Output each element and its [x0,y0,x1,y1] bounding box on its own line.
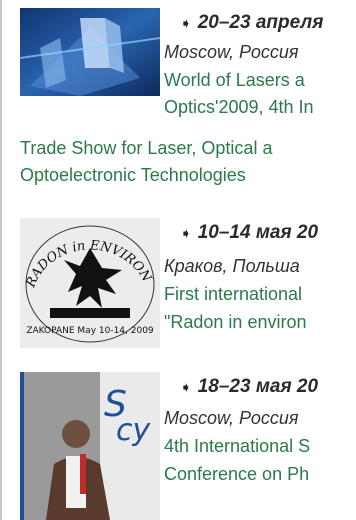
event-thumbnail-photo[interactable]: S cy [20,372,160,520]
arrow-icon: ➧ [180,225,192,241]
event-location: Moscow, Россия [164,408,299,428]
arrow-icon: ➧ [180,15,192,31]
svg-text:cy: cy [116,413,151,448]
arrow-icon: ➧ [180,379,192,395]
event-title-line[interactable]: 4th International S [164,436,310,457]
event-title-line[interactable]: First international [164,284,302,305]
events-panel: ➧ 20–23 апреля Moscow, Россия World of La… [0,0,356,520]
event-date: ➧ 20–23 апреля [180,12,324,33]
event-thumbnail-lasers[interactable] [20,8,160,96]
logo-text-bottom: ZAKOPANE May 10-14, 2009 [26,326,154,336]
event-title-line[interactable]: Trade Show for Laser, Optical a [20,138,272,159]
event-title-line[interactable]: Optics'2009, 4th In [164,97,314,118]
event-date: ➧ 18–23 мая 20 [180,376,319,397]
event-title-line[interactable]: Conference on Ph [164,464,309,485]
event-title-line[interactable]: "Radon in environ [164,312,306,333]
event-date: ➧ 10–14 мая 20 [180,222,319,243]
event-title-line[interactable]: Optoelectronic Technologies [20,165,246,186]
event-location: Moscow, Россия [164,42,299,62]
event-location: Краков, Польша [164,256,300,276]
event-title-line[interactable]: World of Lasers a [164,70,305,91]
event-thumbnail-radon[interactable]: RADON in ENVIRONMENT ZAKOPANE May 10-14,… [20,218,160,348]
